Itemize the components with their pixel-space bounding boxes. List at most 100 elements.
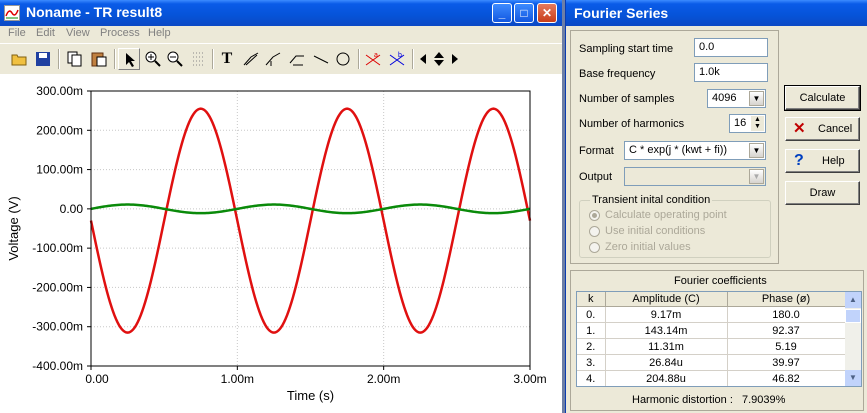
menu-process[interactable]: Process — [100, 27, 140, 39]
x-axis-label: Time (s) — [287, 388, 334, 403]
cell-phase: 180.0 — [727, 306, 846, 323]
format-select[interactable]: C * exp(j * (kwt + fi)) ▼ — [624, 141, 766, 160]
chevron-down-icon[interactable]: ▼ — [749, 169, 764, 184]
series-line-green — [90, 203, 531, 215]
radio-zero-initial-label: Zero initial values — [605, 241, 691, 253]
table-row[interactable]: 3. 26.84u 39.97 — [577, 354, 846, 371]
line-icon[interactable] — [310, 48, 332, 70]
cancel-label: Cancel — [818, 123, 853, 135]
x-tick-label: 0.00 — [85, 372, 109, 386]
calculate-button[interactable]: Calculate — [784, 85, 861, 111]
window-title: Noname - TR result8 — [26, 4, 163, 20]
table-row[interactable]: 0. 9.17m 180.0 — [577, 306, 846, 323]
grid-icon[interactable] — [188, 48, 210, 70]
spinner-arrows-icon[interactable]: ▲ ▼ — [751, 116, 764, 131]
table-scrollbar[interactable]: ▲ ▼ — [845, 292, 861, 386]
toolbar: T a b — [0, 43, 562, 75]
svg-text:b: b — [398, 52, 402, 59]
cell-k: 4. — [577, 370, 606, 386]
cell-phase: 5.19 — [727, 338, 846, 355]
scroll-thumb[interactable] — [845, 309, 861, 323]
marker-b-icon[interactable]: b — [386, 48, 408, 70]
base-frequency-input[interactable]: 1.0k — [694, 63, 768, 82]
marker-icon[interactable] — [286, 48, 308, 70]
cell-phase: 46.82 — [727, 370, 846, 386]
zoom-out-icon[interactable] — [164, 48, 186, 70]
cursor-b-icon[interactable] — [262, 48, 284, 70]
copy-icon[interactable] — [64, 48, 86, 70]
plot-panel: 300.00m 200.00m 100.00m 0.00 -100.00m -200.00… — [0, 74, 562, 413]
distortion-value: 7.9039% — [742, 394, 786, 406]
result-window-titlebar[interactable]: Noname - TR result8 _ □ ✕ — [0, 0, 562, 26]
x-tick-label: 1.00m — [221, 372, 254, 386]
help-button[interactable]: ? Help — [785, 149, 860, 173]
paste-icon[interactable] — [88, 48, 110, 70]
cell-k: 1. — [577, 322, 606, 339]
menu-edit[interactable]: Edit — [36, 27, 55, 39]
draw-label: Draw — [809, 187, 836, 199]
cancel-button[interactable]: ✕ Cancel — [785, 117, 860, 141]
y-tick-label: -200.00m — [32, 280, 83, 294]
cell-amplitude: 9.17m — [605, 306, 728, 323]
radio-zero-initial[interactable] — [589, 242, 600, 253]
y-tick-label: -400.00m — [32, 359, 83, 373]
arrow-updown-icon[interactable] — [430, 48, 446, 70]
calculate-label: Calculate — [799, 92, 846, 104]
dialog-titlebar[interactable]: Fourier Series — [566, 0, 867, 26]
format-value: C * exp(j * (kwt + fi)) — [629, 144, 728, 156]
help-question-icon: ? — [794, 152, 804, 169]
cell-amplitude: 11.31m — [605, 338, 728, 355]
radio-use-initial-label: Use initial conditions — [605, 225, 706, 237]
output-select[interactable]: ▼ — [624, 167, 766, 186]
y-tick-label: 200.00m — [36, 123, 83, 137]
svg-text:a: a — [374, 52, 378, 59]
num-samples-select[interactable]: 4096 ▼ — [707, 89, 766, 108]
arrow-right-icon[interactable] — [448, 48, 460, 70]
col-amplitude: Amplitude (C) — [605, 292, 728, 307]
table-row[interactable]: 4. 204.88u 46.82 — [577, 370, 846, 386]
radio-calculate-op[interactable] — [589, 210, 600, 221]
marker-a-icon[interactable]: a — [362, 48, 384, 70]
text-icon[interactable]: T — [216, 48, 238, 70]
col-k: k — [577, 292, 606, 307]
zoom-in-icon[interactable] — [142, 48, 164, 70]
sampling-start-input[interactable]: 0.0 — [694, 38, 768, 57]
cursor-a-icon[interactable] — [240, 48, 262, 70]
cell-k: 3. — [577, 354, 606, 371]
save-icon[interactable] — [32, 48, 54, 70]
maximize-button[interactable]: □ — [514, 3, 534, 23]
arrow-left-icon[interactable] — [416, 48, 428, 70]
close-button[interactable]: ✕ — [537, 3, 557, 23]
open-icon[interactable] — [8, 48, 30, 70]
radio-calculate-op-label: Calculate operating point — [605, 209, 727, 221]
y-tick-label: -100.00m — [32, 241, 83, 255]
menu-file[interactable]: File — [8, 27, 26, 39]
dialog-title: Fourier Series — [574, 5, 669, 21]
table-row[interactable]: 1. 143.14m 92.37 — [577, 322, 846, 339]
cancel-x-icon: ✕ — [793, 120, 806, 137]
radio-use-initial[interactable] — [589, 226, 600, 237]
num-harmonics-spinner[interactable]: 16 ▲ ▼ — [729, 114, 766, 133]
chevron-down-icon[interactable]: ▼ — [749, 143, 764, 158]
menu-view[interactable]: View — [66, 27, 90, 39]
num-harmonics-label: Number of harmonics — [579, 118, 685, 130]
transient-group-title: Transient inital condition — [590, 194, 713, 206]
y-tick-label: -300.00m — [32, 320, 83, 334]
x-tick-label: 2.00m — [367, 372, 400, 386]
pointer-icon[interactable] — [118, 48, 140, 70]
circle-icon[interactable] — [332, 48, 354, 70]
sampling-start-label: Sampling start time — [579, 43, 674, 55]
minimize-button[interactable]: _ — [492, 3, 512, 23]
distortion-label: Harmonic distortion : — [632, 394, 733, 406]
scroll-up-icon[interactable]: ▲ — [845, 292, 861, 308]
cell-amplitude: 204.88u — [605, 370, 728, 386]
menu-help[interactable]: Help — [148, 27, 171, 39]
scroll-down-icon[interactable]: ▼ — [845, 370, 861, 386]
output-label: Output — [579, 171, 613, 183]
chevron-down-icon[interactable]: ▼ — [749, 91, 764, 106]
table-header: k Amplitude (C) Phase (ø) — [577, 292, 846, 307]
coefficients-table: k Amplitude (C) Phase (ø) 0. 9.17m 180.0 1.… — [577, 292, 846, 386]
draw-button[interactable]: Draw — [785, 181, 860, 205]
table-row[interactable]: 2. 11.31m 5.19 — [577, 338, 846, 355]
num-samples-value: 4096 — [712, 92, 737, 104]
